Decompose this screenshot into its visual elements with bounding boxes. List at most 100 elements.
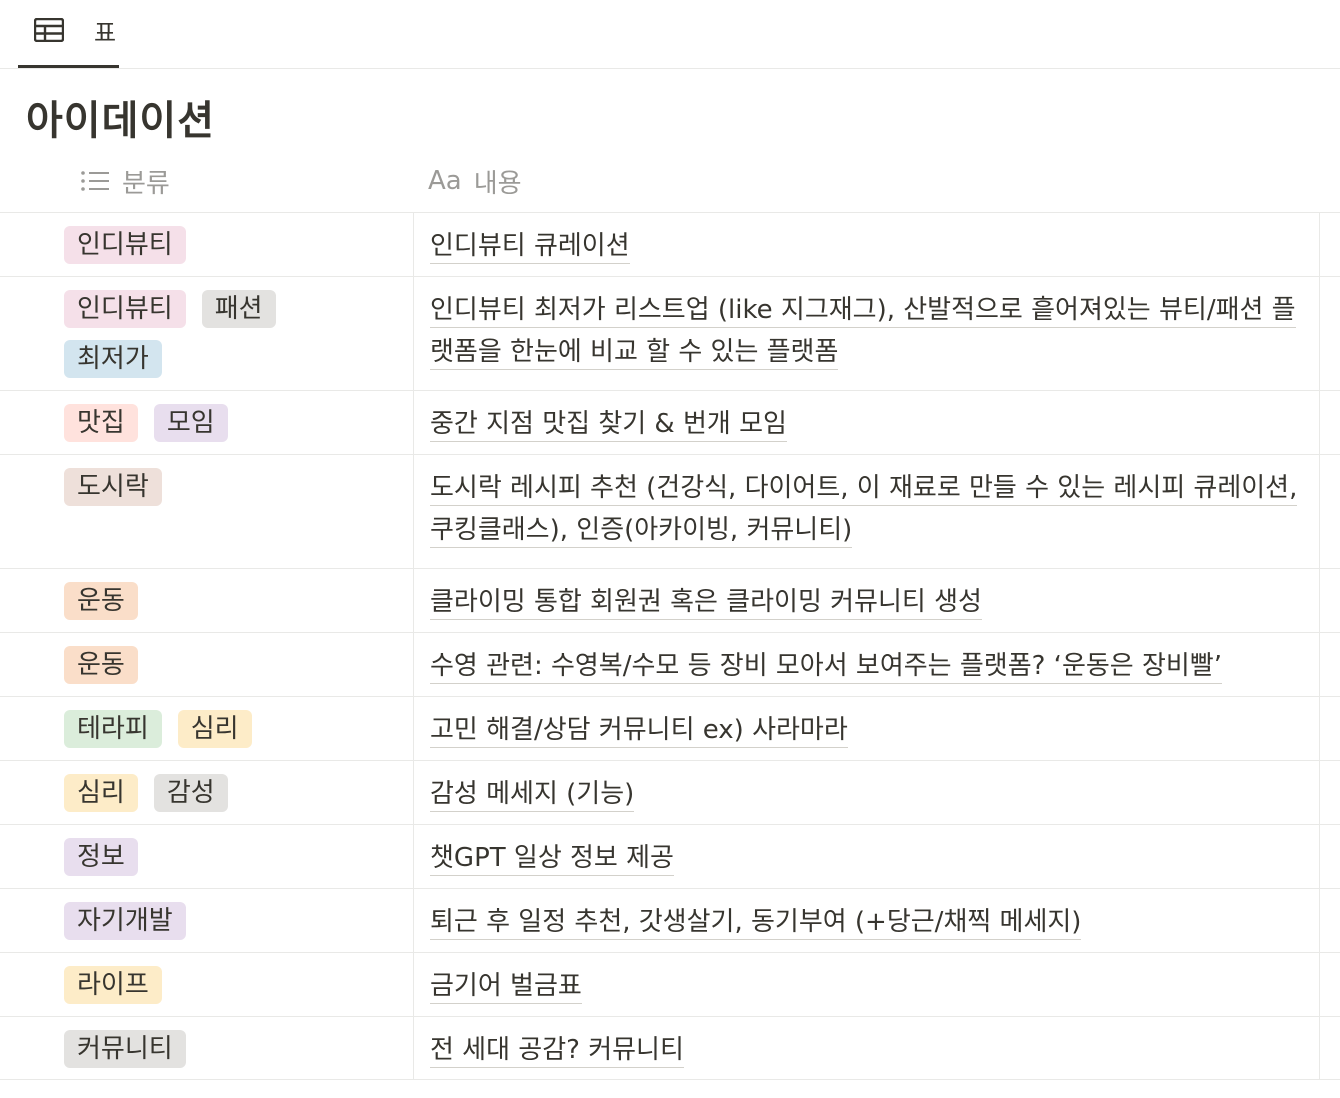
content-cell[interactable]: 감성 메세지 (기능) [414,761,1320,824]
tag-list: 운동 [64,646,364,684]
tag-list: 인디뷰티 [64,226,364,264]
content-link[interactable]: 인디뷰티 큐레이션 [430,231,630,264]
content-link[interactable]: 챗GPT 일상 정보 제공 [430,843,674,876]
category-tag[interactable]: 도시락 [64,468,162,506]
table-row[interactable]: 운동 클라이밍 통합 회원권 혹은 클라이밍 커뮤니티 생성 [0,568,1340,632]
text-aa-icon: Aa [428,166,462,196]
content-text: 수영 관련: 수영복/수모 등 장비 모아서 보여주는 플랫폼? ‘운동은 장비… [430,645,1319,687]
table-icon [34,18,64,42]
table-row[interactable]: 인디뷰티 패션최저가 인디뷰티 최저가 리스트업 (like 지그재그), 산발적으… [0,276,1340,390]
content-cell[interactable]: 퇴근 후 일정 추천, 갓생살기, 동기부여 (+당근/채찍 메세지) [414,889,1320,952]
content-cell[interactable]: 인디뷰티 최저가 리스트업 (like 지그재그), 산발적으로 흩어져있는 뷰… [414,277,1320,390]
content-text: 인디뷰티 큐레이션 [430,225,1319,267]
column-header-label: 내용 [473,168,522,199]
content-link[interactable]: 중간 지점 맛집 찾기 & 번개 모임 [430,409,787,442]
category-cell[interactable]: 테라피 심리 [0,697,414,760]
category-tag[interactable]: 감성 [153,774,228,812]
content-link[interactable]: 인디뷰티 최저가 리스트업 (like 지그재그), 산발적으로 흩어져있는 뷰… [430,295,1296,370]
tag-list: 맛집 모임 [64,404,364,442]
category-tag[interactable]: 테라피 [64,710,162,748]
category-tag[interactable]: 정보 [64,838,138,876]
content-cell[interactable]: 금기어 벌금표 [414,953,1320,1016]
page-title: 아이데이션 [26,98,215,144]
tag-list: 도시락 [64,468,364,506]
category-tag[interactable]: 모임 [153,404,228,442]
content-link[interactable]: 도시락 레시피 추천 (건강식, 다이어트, 이 재료로 만들 수 있는 레시피… [430,473,1298,548]
content-text: 퇴근 후 일정 추천, 갓생살기, 동기부여 (+당근/채찍 메세지) [430,901,1319,943]
content-text: 인디뷰티 최저가 리스트업 (like 지그재그), 산발적으로 흩어져있는 뷰… [430,289,1319,373]
category-tag[interactable]: 인디뷰티 [64,226,186,264]
content-text: 챗GPT 일상 정보 제공 [430,837,1319,879]
table-row[interactable]: 인디뷰티 인디뷰티 큐레이션 [0,212,1340,276]
tag-list: 자기개발 [64,902,364,940]
tab-table-view[interactable]: 표 [18,0,119,68]
category-cell[interactable]: 운동 [0,569,414,632]
tag-list: 심리 감성 [64,774,364,812]
column-header-content[interactable]: Aa 내용 [428,150,522,212]
category-tag[interactable]: 심리 [177,710,252,748]
tag-list: 정보 [64,838,364,876]
table-row[interactable]: 도시락 도시락 레시피 추천 (건강식, 다이어트, 이 재료로 만들 수 있는 … [0,454,1340,568]
content-link[interactable]: 전 세대 공감? 커뮤니티 [430,1035,684,1068]
table-row[interactable]: 자기개발 퇴근 후 일정 추천, 갓생살기, 동기부여 (+당근/채찍 메세지) [0,888,1340,952]
tag-list: 운동 [64,582,364,620]
table-row[interactable]: 정보 챗GPT 일상 정보 제공 [0,824,1340,888]
category-tag[interactable]: 라이프 [64,966,162,1004]
category-cell[interactable]: 커뮤니티 [0,1017,414,1079]
table-header: 분류 Aa 내용 [0,150,1340,212]
view-tabbar: 표 [0,0,1340,69]
category-cell[interactable]: 운동 [0,633,414,696]
table-row[interactable]: 맛집 모임 중간 지점 맛집 찾기 & 번개 모임 [0,390,1340,454]
content-cell[interactable]: 클라이밍 통합 회원권 혹은 클라이밍 커뮤니티 생성 [414,569,1320,632]
category-cell[interactable]: 자기개발 [0,889,414,952]
column-header-category[interactable]: 분류 [80,150,170,212]
category-tag[interactable]: 패션 [201,290,276,328]
category-tag[interactable]: 최저가 [64,340,162,378]
content-link[interactable]: 금기어 벌금표 [430,971,582,1004]
content-cell[interactable]: 수영 관련: 수영복/수모 등 장비 모아서 보여주는 플랫폼? ‘운동은 장비… [414,633,1320,696]
content-text: 금기어 벌금표 [430,965,1319,1007]
content-cell[interactable]: 전 세대 공감? 커뮤니티 [414,1017,1320,1079]
category-cell[interactable]: 인디뷰티 [0,213,414,276]
list-icon [81,171,109,191]
content-cell[interactable]: 고민 해결/상담 커뮤니티 ex) 사라마라 [414,697,1320,760]
category-tag[interactable]: 인디뷰티 [64,290,186,328]
category-tag[interactable]: 심리 [64,774,138,812]
content-cell[interactable]: 중간 지점 맛집 찾기 & 번개 모임 [414,391,1320,454]
content-link[interactable]: 클라이밍 통합 회원권 혹은 클라이밍 커뮤니티 생성 [430,587,982,620]
tag-list: 라이프 [64,966,364,1004]
category-tag[interactable]: 맛집 [64,404,138,442]
tag-list: 커뮤니티 [64,1030,364,1068]
content-text: 중간 지점 맛집 찾기 & 번개 모임 [430,403,1319,445]
category-cell[interactable]: 맛집 모임 [0,391,414,454]
content-text: 클라이밍 통합 회원권 혹은 클라이밍 커뮤니티 생성 [430,581,1319,623]
category-cell[interactable]: 인디뷰티 패션최저가 [0,277,414,390]
category-tag[interactable]: 자기개발 [64,902,186,940]
content-link[interactable]: 고민 해결/상담 커뮤니티 ex) 사라마라 [430,715,848,748]
content-cell[interactable]: 도시락 레시피 추천 (건강식, 다이어트, 이 재료로 만들 수 있는 레시피… [414,455,1320,568]
category-cell[interactable]: 라이프 [0,953,414,1016]
category-cell[interactable]: 심리 감성 [0,761,414,824]
content-text: 고민 해결/상담 커뮤니티 ex) 사라마라 [430,709,1319,751]
table-row[interactable]: 심리 감성 감성 메세지 (기능) [0,760,1340,824]
tab-label: 표 [94,19,117,47]
content-cell[interactable]: 인디뷰티 큐레이션 [414,213,1320,276]
category-cell[interactable]: 정보 [0,825,414,888]
content-link[interactable]: 수영 관련: 수영복/수모 등 장비 모아서 보여주는 플랫폼? ‘운동은 장비… [430,651,1222,684]
content-link[interactable]: 감성 메세지 (기능) [430,779,635,812]
table-row[interactable]: 운동 수영 관련: 수영복/수모 등 장비 모아서 보여주는 플랫폼? ‘운동은 … [0,632,1340,696]
content-text: 감성 메세지 (기능) [430,773,1319,815]
table-row[interactable]: 라이프 금기어 벌금표 [0,952,1340,1016]
category-tag[interactable]: 커뮤니티 [64,1030,186,1068]
table-row[interactable]: 커뮤니티 전 세대 공감? 커뮤니티 [0,1016,1340,1080]
category-tag[interactable]: 운동 [64,646,138,684]
content-text: 도시락 레시피 추천 (건강식, 다이어트, 이 재료로 만들 수 있는 레시피… [430,467,1319,551]
category-tag[interactable]: 운동 [64,582,138,620]
content-link[interactable]: 퇴근 후 일정 추천, 갓생살기, 동기부여 (+당근/채찍 메세지) [430,907,1082,940]
table-row[interactable]: 테라피 심리 고민 해결/상담 커뮤니티 ex) 사라마라 [0,696,1340,760]
content-text: 전 세대 공감? 커뮤니티 [430,1029,1319,1071]
category-cell[interactable]: 도시락 [0,455,414,568]
column-header-label: 분류 [122,168,170,199]
content-cell[interactable]: 챗GPT 일상 정보 제공 [414,825,1320,888]
tag-list: 인디뷰티 패션최저가 [64,290,364,378]
